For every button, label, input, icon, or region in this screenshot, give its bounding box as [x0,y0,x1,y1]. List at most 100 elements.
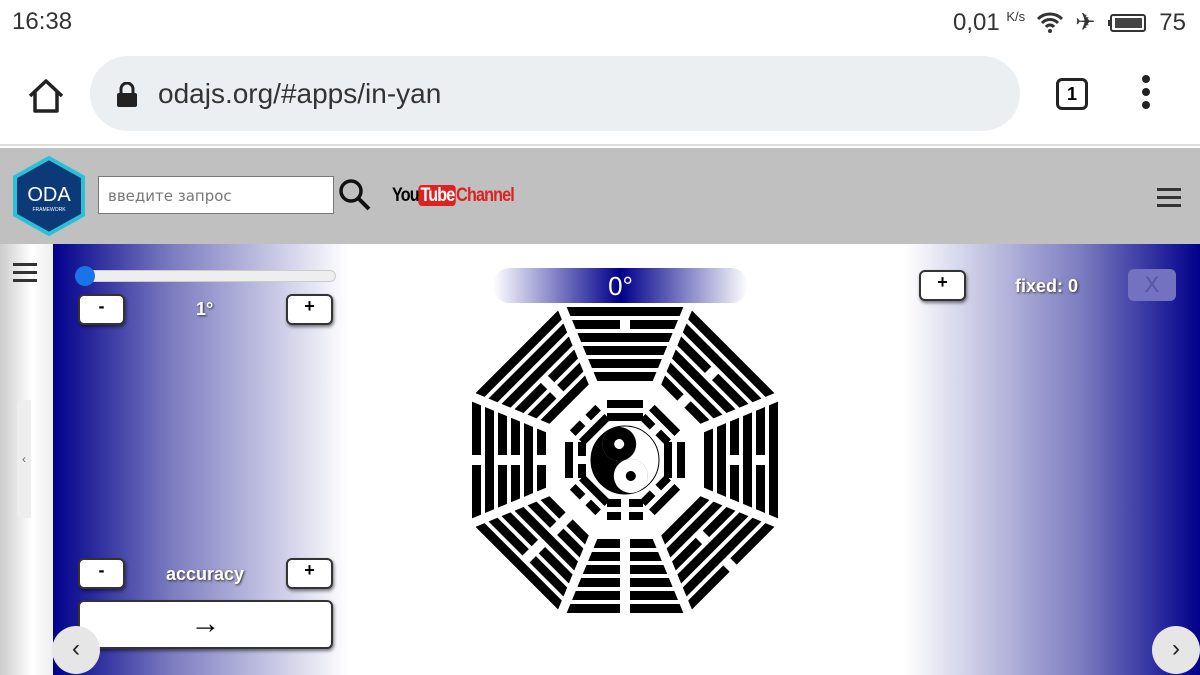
step-minus-button[interactable]: - [78,294,125,325]
net-speed: 0,01 K/s [953,9,1025,37]
trigram-line-half [630,565,668,574]
tab-switcher-button[interactable]: 1 [1056,78,1088,110]
trigram-line [649,404,681,436]
trigram-line [769,401,778,519]
accuracy-plus-button[interactable]: + [286,558,333,589]
trigram-line [677,442,685,478]
yt-you: You [392,185,420,206]
trigram-line-half [569,420,586,436]
trigram-sector [566,307,684,421]
accuracy-label: accuracy [166,564,245,584]
trigram-sector [472,401,586,519]
trigram-line-half [630,320,678,329]
sidebar-collapse-tab[interactable]: ‹ [17,400,31,518]
address-bar[interactable]: odajs.org/#apps/in-yan [90,56,1020,131]
airplane-icon: ✈ [1075,9,1096,36]
clear-fixed-button[interactable]: X [1128,269,1176,301]
clock: 16:38 [12,8,73,35]
search-icon[interactable] [338,178,372,212]
trigram-line [607,413,643,421]
net-speed-value: 0,01 [953,8,1000,36]
trigram-line-half [630,578,673,587]
prev-button[interactable]: ‹ [52,626,100,674]
trigram-line-half [537,465,546,492]
trigram-line-half [572,591,620,600]
step-plus-button[interactable]: + [286,294,333,325]
trigram-line [593,372,657,381]
trigram-line-half [566,604,620,613]
trigram-line [664,442,672,478]
trigram-line [566,307,684,316]
trigram-line-half [607,512,621,520]
yt-tube: Tube [418,185,457,206]
search-input[interactable]: введите запрос [98,176,334,214]
trigram-line-half [578,464,586,478]
trigram-line [485,407,494,513]
trigram-line-half [588,552,620,561]
home-icon[interactable] [26,76,66,116]
status-bar: 16:38 0,01 K/s ✈ 75 [0,0,1200,42]
fixed-count: fixed: 0 [1015,276,1079,296]
url-text[interactable]: odajs.org/#apps/in-yan [158,78,441,110]
trigram-line-half [577,578,620,587]
trigram-line-half [585,499,601,516]
trigram-line-half [756,407,765,455]
trigram-line [488,323,568,403]
trigram-line [588,359,662,368]
sidebar: ‹ [0,244,53,675]
trigram-line-half [511,465,520,503]
logo-sub: FRAMEWORK [32,207,66,213]
trigram-line [649,484,681,516]
trigram-line [524,423,533,497]
battery-level: 75 [1159,8,1186,36]
trigram-line-half [572,320,620,329]
trigram-line-half [472,465,481,519]
trigram-line-half [629,499,643,507]
oda-logo[interactable]: ODA FRAMEWORK [12,156,86,236]
fix-plus-button[interactable]: + [919,270,966,301]
battery-icon [1108,13,1147,32]
accuracy-minus-button[interactable]: - [78,558,125,589]
net-speed-unit: K/s [1006,8,1026,24]
trigram-line-half [730,465,739,503]
trigram-line-half [582,565,620,574]
trigram-line-half [569,484,586,500]
logo-text: ODA [27,184,71,206]
trigram-line-half [585,404,601,421]
more-menu-icon[interactable] [1140,75,1152,114]
trigram-line-half [630,591,678,600]
trigram-line [743,412,752,508]
trigram-sector [566,499,684,613]
trigram-line-half [630,539,657,548]
trigram-line [565,442,573,478]
site-header: ODA FRAMEWORK введите запрос YouTubeChan… [0,148,1200,244]
browser-toolbar: odajs.org/#apps/in-yan 1 [0,42,1200,146]
bagua-diagram[interactable] [465,300,785,620]
sidebar-menu-icon[interactable] [13,263,37,287]
trigram-line-half [511,417,520,455]
yt-channel: Channel [456,185,515,206]
trigram-line-half [629,512,643,520]
trigram-line-half [537,428,546,455]
step-value: 1° [196,299,214,319]
trigram-line-half [498,412,507,455]
angle-slider[interactable] [75,266,336,286]
go-arrow-button[interactable]: → [78,600,333,649]
trigram-line [582,346,668,355]
right-control-panel [905,244,1200,675]
trigram-line-half [472,401,481,455]
trigram-line [577,333,673,342]
trigram-line-half [593,539,620,548]
angle-display: 0° [493,268,748,303]
trigram-line-half [498,465,507,508]
trigram-line [607,400,643,408]
main-menu-icon[interactable] [1157,188,1181,212]
slider-thumb[interactable] [75,266,95,286]
next-button[interactable]: › [1152,626,1200,674]
lock-icon [117,82,137,107]
trigram-line-half [730,417,739,455]
trigram-sector [664,401,778,519]
youtube-channel-link[interactable]: YouTubeChannel [392,185,515,207]
trigram-line-half [630,552,662,561]
wifi-icon [1037,12,1064,33]
